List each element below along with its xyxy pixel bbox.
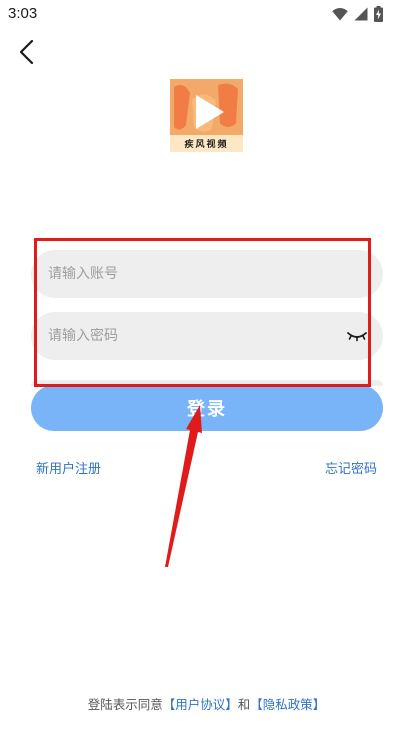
user-agreement-link[interactable]: 【用户协议】 bbox=[163, 697, 238, 712]
privacy-policy-link[interactable]: 【隐私政策】 bbox=[250, 697, 325, 712]
logo-caption: 疾风视频 bbox=[184, 140, 229, 150]
account-field[interactable] bbox=[31, 250, 383, 298]
agreement-conjunction: 和 bbox=[237, 697, 251, 712]
back-button[interactable] bbox=[12, 36, 44, 68]
chevron-left-icon bbox=[19, 39, 34, 65]
wifi-icon bbox=[332, 7, 348, 20]
app-logo: 疾风视频 bbox=[170, 79, 243, 152]
agreement-prefix: 登陆表示同意 bbox=[87, 697, 163, 712]
status-bar: 3:03 bbox=[0, 0, 413, 28]
status-time: 3:03 bbox=[8, 5, 38, 22]
eye-closed-icon bbox=[347, 332, 367, 342]
account-input[interactable] bbox=[48, 266, 308, 282]
status-icons bbox=[332, 6, 383, 22]
cellular-signal-icon bbox=[354, 7, 368, 21]
password-field[interactable] bbox=[31, 312, 383, 360]
battery-charging-icon bbox=[374, 6, 383, 22]
password-visibility-toggle[interactable] bbox=[346, 326, 368, 346]
login-button[interactable]: 登录 bbox=[31, 385, 383, 431]
password-input[interactable] bbox=[48, 328, 308, 344]
register-link[interactable]: 新用户注册 bbox=[36, 458, 101, 477]
forgot-password-link[interactable]: 忘记密码 bbox=[325, 458, 377, 477]
agreement-text: 登陆表示同意【用户协议】和【隐私政策】 bbox=[0, 694, 413, 713]
